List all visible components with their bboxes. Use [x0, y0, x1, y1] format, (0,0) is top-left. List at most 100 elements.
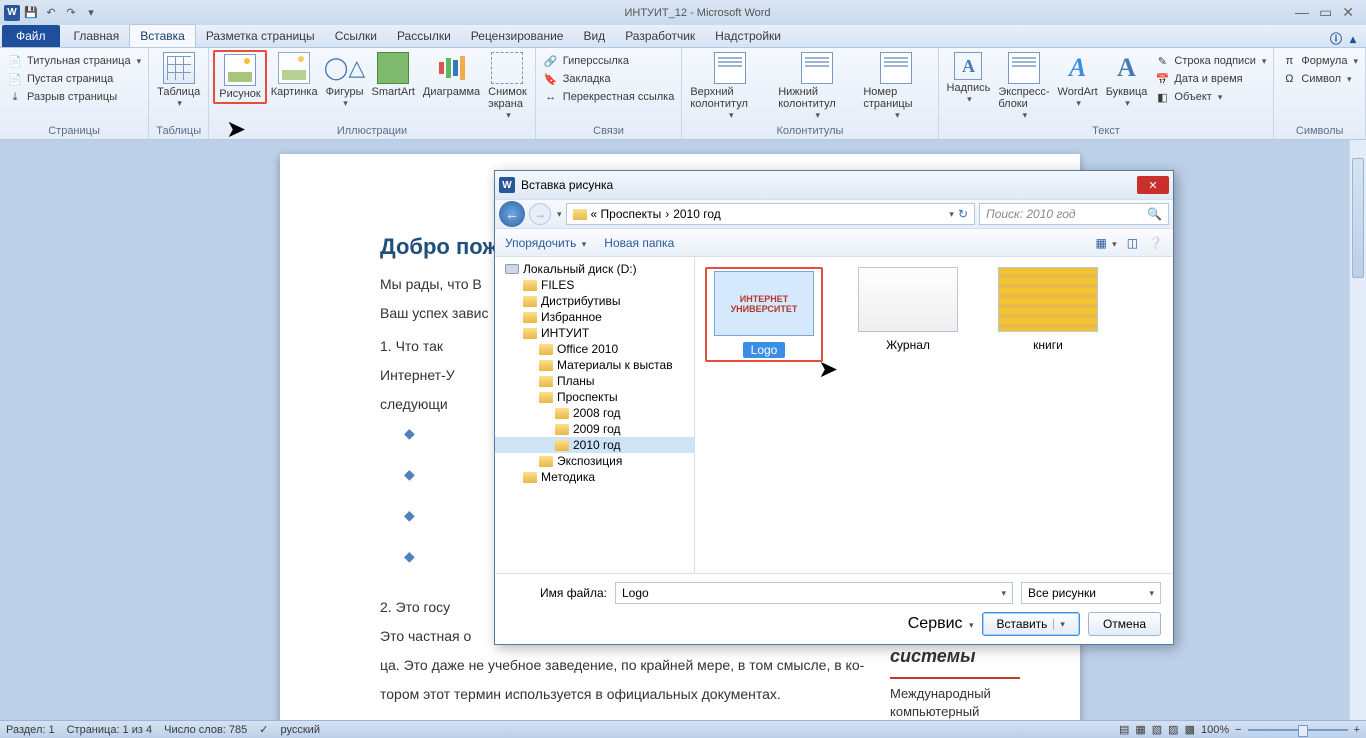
cover-page-button[interactable]: 📄Титульная страница▾: [4, 52, 144, 70]
help-icon[interactable]: ❔: [1148, 236, 1163, 250]
zoom-slider[interactable]: [1248, 729, 1348, 731]
preview-button[interactable]: ◫: [1127, 236, 1138, 250]
insert-picture-dialog: W Вставка рисунка ✕ ← → ▾ « Проспекты › …: [494, 170, 1174, 645]
tab-review[interactable]: Рецензирование: [461, 25, 574, 47]
group-label-text: Текст: [943, 124, 1270, 139]
nav-forward-icon[interactable]: →: [529, 203, 551, 225]
close-icon[interactable]: ✕: [1342, 4, 1354, 21]
tab-developer[interactable]: Разработчик: [615, 25, 705, 47]
page-break-button[interactable]: ⤓Разрыв страницы: [4, 88, 120, 106]
datetime-button[interactable]: 📅Дата и время: [1151, 70, 1269, 88]
file-item[interactable]: книги: [993, 267, 1103, 352]
ribbon-help[interactable]: ⓘ▴: [1330, 30, 1356, 47]
dropcap-button[interactable]: AБуквица▾: [1102, 50, 1152, 111]
search-input[interactable]: Поиск: 2010 год 🔍: [979, 203, 1169, 225]
tree-item[interactable]: Избранное: [495, 309, 694, 325]
wordart-button[interactable]: AWordArt▾: [1054, 50, 1102, 111]
tree-item[interactable]: 2009 год: [495, 421, 694, 437]
pagenumber-button[interactable]: Номер страницы▾: [859, 50, 933, 123]
view-draft-icon[interactable]: ▩: [1185, 723, 1195, 736]
tab-insert[interactable]: Вставка: [129, 24, 196, 47]
zoom-value[interactable]: 100%: [1201, 724, 1229, 736]
view-printlayout-icon[interactable]: ▤: [1119, 723, 1129, 736]
zoom-out-icon[interactable]: −: [1235, 724, 1241, 736]
tree-item[interactable]: Материалы к выстав: [495, 357, 694, 373]
crossref-button[interactable]: ↔Перекрестная ссылка: [540, 88, 678, 106]
cancel-button[interactable]: Отмена: [1088, 612, 1161, 636]
tab-home[interactable]: Главная: [64, 25, 130, 47]
filename-input[interactable]: Logo▾: [615, 582, 1013, 604]
status-proofing-icon[interactable]: ✓: [259, 723, 268, 736]
tab-mailings[interactable]: Рассылки: [387, 25, 461, 47]
tree-item[interactable]: FILES: [495, 277, 694, 293]
organize-button[interactable]: Упорядочить ▾: [505, 236, 586, 250]
newfolder-button[interactable]: Новая папка: [604, 236, 674, 250]
filter-dropdown[interactable]: Все рисунки▾: [1021, 582, 1161, 604]
redo-icon[interactable]: ↷: [62, 4, 80, 22]
file-item[interactable]: Журнал: [853, 267, 963, 352]
quickparts-button[interactable]: Экспресс-блоки▾: [994, 50, 1053, 123]
tree-item[interactable]: Методика: [495, 469, 694, 485]
undo-icon[interactable]: ↶: [42, 4, 60, 22]
blank-page-button[interactable]: 📄Пустая страница: [4, 70, 116, 88]
breadcrumb[interactable]: « Проспекты › 2010 год ▾ ↻: [566, 203, 975, 225]
tab-layout[interactable]: Разметка страницы: [196, 25, 325, 47]
equation-button[interactable]: πФормула▾: [1278, 52, 1361, 70]
header-button[interactable]: Верхний колонтитул▾: [686, 50, 774, 123]
insert-button[interactable]: Вставить ▾: [982, 612, 1080, 636]
status-lang[interactable]: русский: [281, 724, 320, 736]
tree-item[interactable]: Планы: [495, 373, 694, 389]
textbox-button[interactable]: AНадпись▾: [943, 50, 995, 107]
maximize-icon[interactable]: ▭: [1319, 4, 1332, 21]
tree-item[interactable]: Локальный диск (D:): [495, 261, 694, 277]
table-button[interactable]: Таблица▾: [153, 50, 204, 111]
search-icon[interactable]: 🔍: [1147, 207, 1162, 221]
nav-back-icon[interactable]: ←: [499, 201, 525, 227]
file-item-selected[interactable]: ИНТЕРНЕТ УНИВЕРСИТЕТ Logo: [709, 271, 819, 358]
picture-button[interactable]: Рисунок: [213, 50, 267, 104]
view-web-icon[interactable]: ▧: [1152, 723, 1162, 736]
tree-item[interactable]: Экспозиция: [495, 453, 694, 469]
nav-history-icon[interactable]: ▾: [557, 209, 562, 220]
status-words[interactable]: Число слов: 785: [164, 724, 247, 736]
tree-item[interactable]: Проспекты: [495, 389, 694, 405]
dialog-close-icon[interactable]: ✕: [1137, 176, 1169, 194]
dialog-nav: ← → ▾ « Проспекты › 2010 год ▾ ↻ Поиск: …: [495, 199, 1173, 229]
minimize-icon[interactable]: —: [1295, 4, 1309, 21]
bookmark-button[interactable]: 🔖Закладка: [540, 70, 614, 88]
tree-item[interactable]: 2008 год: [495, 405, 694, 421]
tab-view[interactable]: Вид: [573, 25, 615, 47]
footer-button[interactable]: Нижний колонтитул▾: [774, 50, 859, 123]
qat-dropdown-icon[interactable]: ▾: [82, 4, 100, 22]
group-symbols: πФормула▾ ΩСимвол▾ Символы: [1274, 48, 1366, 139]
status-page[interactable]: Страница: 1 из 4: [67, 724, 153, 736]
vertical-scrollbar[interactable]: [1349, 140, 1366, 720]
service-button[interactable]: Сервис ▾: [908, 615, 974, 633]
clipart-button[interactable]: Картинка: [267, 50, 322, 100]
zoom-in-icon[interactable]: +: [1354, 724, 1360, 736]
tab-addins[interactable]: Надстройки: [705, 25, 791, 47]
tab-file[interactable]: Файл: [2, 25, 60, 47]
screenshot-button[interactable]: Снимок экрана▾: [484, 50, 531, 123]
hyperlink-button[interactable]: 🔗Гиперссылка: [540, 52, 632, 70]
tree-item-selected[interactable]: 2010 год: [495, 437, 694, 453]
save-icon[interactable]: 💾: [22, 4, 40, 22]
tree-item[interactable]: Дистрибутивы: [495, 293, 694, 309]
tree-item[interactable]: Office 2010: [495, 341, 694, 357]
view-reading-icon[interactable]: ▦: [1135, 723, 1145, 736]
status-section[interactable]: Раздел: 1: [6, 724, 55, 736]
tab-references[interactable]: Ссылки: [325, 25, 387, 47]
smartart-button[interactable]: SmartArt: [368, 50, 419, 100]
chart-button[interactable]: Диаграмма: [419, 50, 484, 100]
folder-tree[interactable]: Локальный диск (D:) FILES Дистрибутивы И…: [495, 257, 695, 573]
group-links: 🔗Гиперссылка 🔖Закладка ↔Перекрестная ссы…: [536, 48, 683, 139]
group-label-pages: Страницы: [4, 124, 144, 139]
tree-item[interactable]: ИНТУИТ: [495, 325, 694, 341]
object-button[interactable]: ◧Объект▾: [1151, 88, 1269, 106]
view-button[interactable]: ▦ ▾: [1096, 236, 1117, 250]
view-outline-icon[interactable]: ▨: [1168, 723, 1178, 736]
symbol-button[interactable]: ΩСимвол▾: [1278, 70, 1354, 88]
ribbon: 📄Титульная страница▾ 📄Пустая страница ⤓Р…: [0, 48, 1366, 140]
signature-button[interactable]: ✎Строка подписи▾: [1151, 52, 1269, 70]
shapes-button[interactable]: ◯△Фигуры▾: [322, 50, 368, 111]
